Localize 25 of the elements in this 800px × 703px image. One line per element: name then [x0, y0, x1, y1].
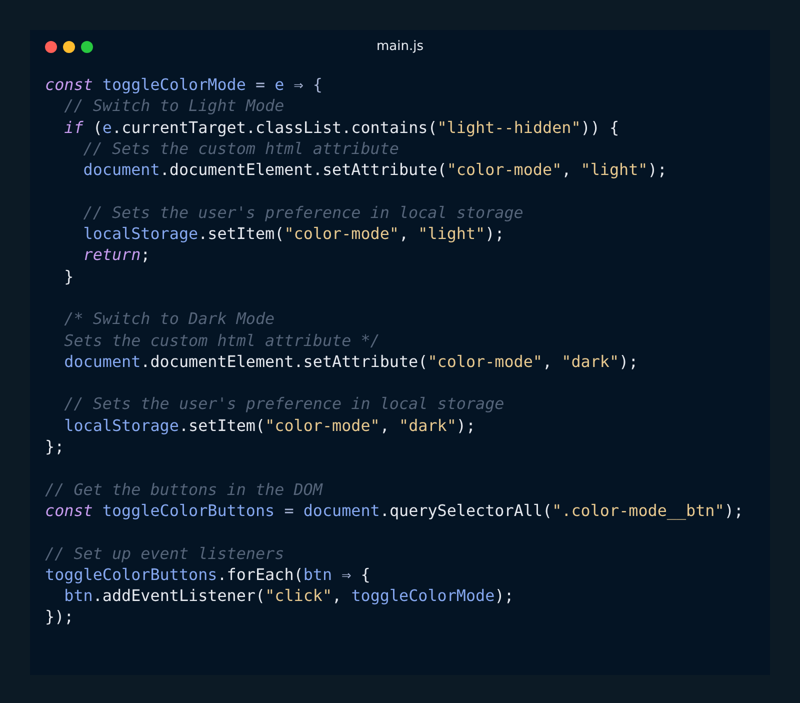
- close-icon[interactable]: [45, 41, 57, 53]
- code-line: toggleColorButtons.forEach(btn ⇒ {: [45, 564, 372, 586]
- code-line: // Sets the user's preference in local storage: [82, 202, 524, 224]
- code-line: // Sets the custom html attribute: [82, 138, 400, 160]
- code-line: localStorage.setItem("color-mode", "light");: [82, 223, 506, 244]
- code-line: Sets the custom html attribute */: [63, 330, 381, 351]
- code-line: // Sets the user's preference in local storage: [63, 393, 506, 415]
- code-line: document.documentElement.setAttribute("color-mode", "light");: [82, 159, 668, 180]
- code-line: };: [45, 436, 66, 458]
- code-line: const toggleColorMode = e ⇒ {: [45, 74, 324, 96]
- code-line: });: [45, 606, 75, 628]
- maximize-icon[interactable]: [81, 41, 93, 53]
- code-line: // Set up event listeners: [45, 542, 286, 564]
- code-line: // Switch to Light Mode: [63, 95, 286, 117]
- code-line: /* Switch to Dark Mode: [63, 308, 276, 330]
- code-line: // Get the buttons in the DOM: [45, 478, 324, 500]
- code-line: document.documentElement.setAttribute("color-mode", "dark");: [63, 350, 640, 372]
- code-line: const toggleColorButtons = document.querySelectorAll(".color-mode__btn");: [45, 500, 744, 522]
- code-line: if (e.currentTarget.classList.contains("light--hidden")) {: [63, 116, 620, 138]
- code-line: btn.addEventListener("click", toggleColorMode);: [63, 585, 515, 606]
- code-line: localStorage.setItem("color-mode", "dark");: [63, 414, 477, 436]
- window-title: main.js: [376, 39, 424, 54]
- minimize-icon[interactable]: [63, 41, 75, 53]
- code-line: return;: [82, 244, 152, 266]
- code-line: }: [63, 266, 75, 287]
